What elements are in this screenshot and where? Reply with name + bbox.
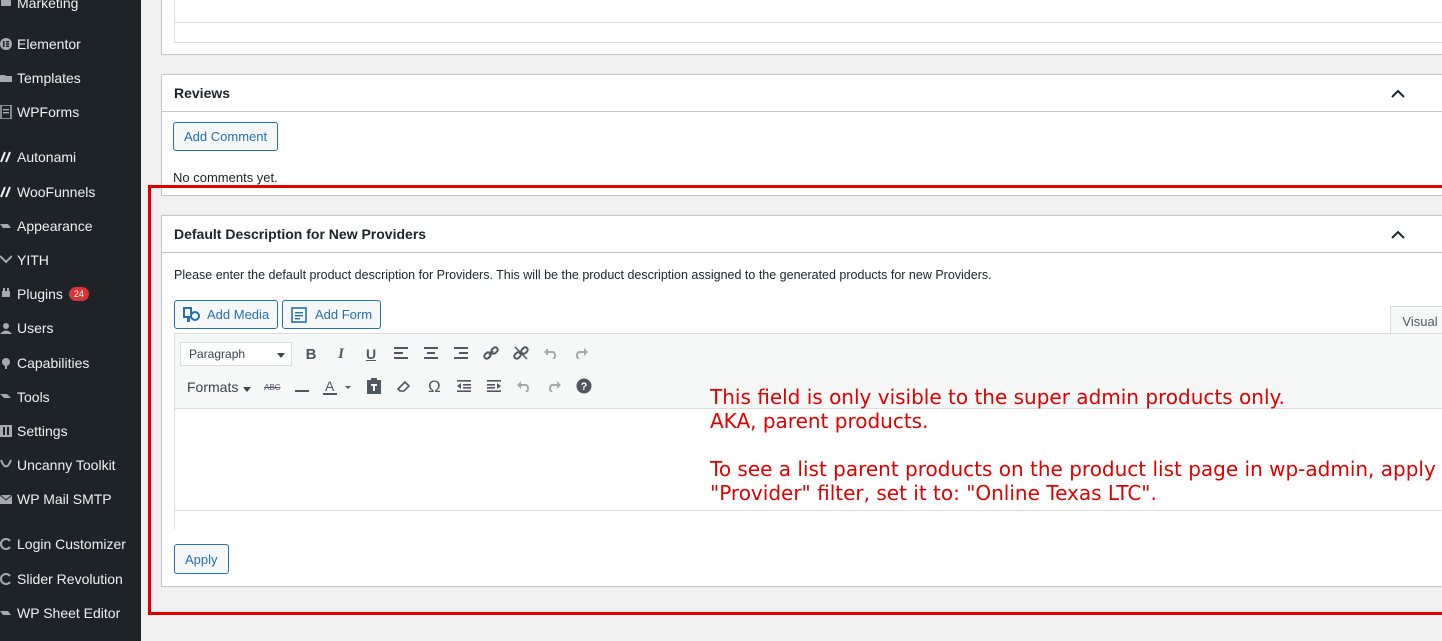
reviews-title: Reviews: [174, 85, 231, 101]
chevron-up-icon[interactable]: [1380, 75, 1416, 111]
sidebar-item-label: Users: [17, 320, 54, 336]
autonami-icon: [0, 149, 14, 165]
sidebar-item-elementor[interactable]: Elementor: [0, 29, 141, 59]
elementor-icon: [0, 36, 14, 52]
slider-icon: [0, 571, 14, 587]
sidebar-item-label: Settings: [17, 423, 68, 439]
sidebar-item-wpforms[interactable]: WPForms: [0, 97, 141, 127]
sidebar-item-label: YITH: [17, 252, 49, 268]
login-icon: [0, 536, 14, 552]
megaphone-icon: [0, 0, 14, 11]
uncanny-icon: [0, 457, 14, 473]
sidebar-item-label: Marketing: [17, 0, 79, 11]
mail-icon: [0, 491, 14, 507]
sidebar-item-capabilities[interactable]: Capabilities: [0, 348, 141, 378]
sidebar-item-marketing[interactable]: Marketing: [0, 0, 141, 18]
sidebar-item-settings[interactable]: Settings: [0, 416, 141, 446]
sidebar-item-login-customizer[interactable]: Login Customizer: [0, 529, 141, 559]
sidebar-item-yith[interactable]: YITH: [0, 245, 141, 275]
form-icon: [0, 104, 14, 120]
plugin-update-count-badge: 24: [68, 286, 89, 302]
brush-icon: [0, 218, 14, 234]
sidebar-item-label: WP Sheet Editor: [17, 605, 121, 621]
add-comment-button[interactable]: Add Comment: [173, 122, 279, 151]
sidebar-item-plugins[interactable]: Plugins 24: [0, 279, 141, 309]
previous-postbox: [161, 0, 1442, 55]
yith-icon: [0, 252, 14, 268]
no-comments-text: No comments yet.: [173, 170, 278, 185]
sidebar-item-label: Appearance: [17, 218, 93, 234]
sidebar-item-appearance[interactable]: Appearance: [0, 211, 141, 241]
sidebar-item-woofunnels[interactable]: WooFunnels: [0, 177, 141, 207]
sidebar-item-tools[interactable]: Tools: [0, 382, 141, 412]
sidebar-item-templates[interactable]: Templates: [0, 63, 141, 93]
reviews-header: Reviews: [162, 75, 1442, 112]
divider: [175, 22, 1442, 23]
settings-icon: [0, 423, 14, 439]
users-icon: [0, 320, 14, 336]
wrench-icon: [0, 389, 14, 405]
sidebar-item-label: Login Customizer: [17, 536, 126, 552]
sidebar-item-label: Capabilities: [17, 355, 90, 371]
sidebar-item-label: Tools: [17, 389, 50, 405]
woofunnels-icon: [0, 184, 14, 200]
sidebar-item-label: Autonami: [17, 149, 77, 165]
key-icon: [0, 355, 14, 371]
reviews-postbox: Reviews Add Comment No comments yet.: [161, 74, 1442, 196]
sidebar-item-label: WPForms: [17, 104, 80, 120]
sidebar-item-users[interactable]: Users: [0, 313, 141, 343]
sidebar-item-label: Slider Revolution: [17, 571, 123, 587]
sidebar-item-label: Plugins: [17, 286, 63, 302]
folder-icon: [0, 70, 14, 86]
sidebar-item-label: WP Mail SMTP: [17, 491, 112, 507]
sidebar-item-label: Elementor: [17, 36, 81, 52]
sidebar-item-label: WooFunnels: [17, 184, 96, 200]
sidebar-item-wp-mail-smtp[interactable]: WP Mail SMTP: [0, 484, 141, 514]
sidebar-item-uncanny-toolkit[interactable]: Uncanny Toolkit: [0, 450, 141, 480]
sidebar-item-wp-sheet-editor[interactable]: WP Sheet Editor: [0, 598, 141, 628]
sidebar-item-label: Uncanny Toolkit: [17, 457, 116, 473]
admin-sidebar: Marketing Elementor Templates WPForms Au…: [0, 0, 141, 641]
highlight-frame: [148, 185, 1442, 615]
sidebar-item-label: Templates: [17, 70, 81, 86]
sidebar-item-autonami[interactable]: Autonami: [0, 142, 141, 172]
sheet-icon: [0, 605, 14, 621]
sidebar-item-slider-revolution[interactable]: Slider Revolution: [0, 564, 141, 594]
plugin-icon: [0, 286, 14, 302]
previous-postbox-field: [174, 0, 1442, 43]
